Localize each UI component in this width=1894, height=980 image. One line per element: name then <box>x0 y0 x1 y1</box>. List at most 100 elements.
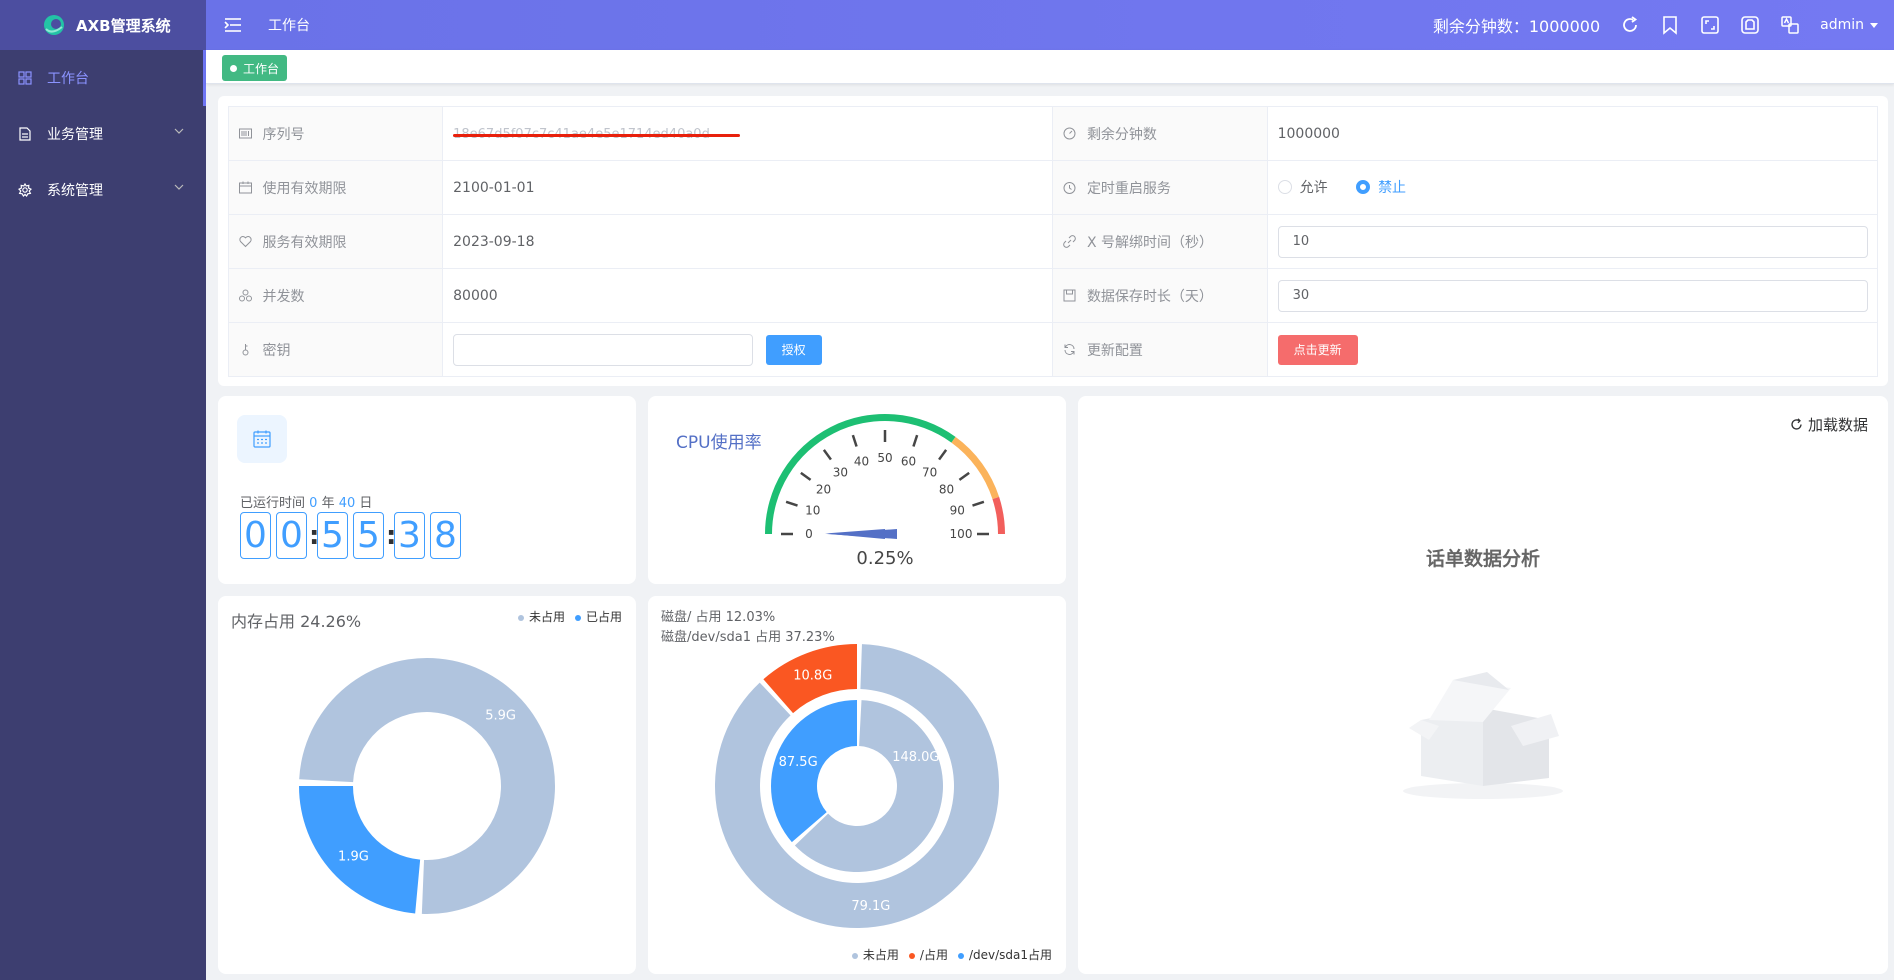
retention-label: 数据保存时长（天） <box>1086 288 1213 305</box>
legend-dot <box>957 953 964 959</box>
gauge-tick-label: 60 <box>901 455 916 469</box>
redaction-mark <box>453 133 740 137</box>
link-icon <box>1063 234 1077 248</box>
calendar-badge <box>237 415 287 463</box>
legend-label: 未占用 <box>862 948 899 962</box>
gauge-band-high <box>992 496 1005 534</box>
translate-icon[interactable] <box>1780 15 1800 35</box>
update-label: 更新配置 <box>1086 342 1143 359</box>
legend-label: /占用 <box>919 948 948 962</box>
restart-allow-radio[interactable]: 允许 <box>1277 177 1328 197</box>
gauge-tick-label: 20 <box>816 482 831 496</box>
gauge-tick-label: 40 <box>854 455 869 469</box>
username: admin <box>1820 17 1864 33</box>
serial-value-cell: 18e67d5f07c7c41ae4e5e1714ed40a0d <box>442 106 1054 161</box>
gauge-tick <box>785 500 798 507</box>
radio-label: 允许 <box>1299 180 1328 196</box>
uptime-day-unit: 日 <box>359 496 373 511</box>
serial-label: 序列号 <box>262 126 305 143</box>
legend-item-unused[interactable]: 未占用 <box>851 946 899 963</box>
memory-card: 内存占用 24.26% 未占用 已占用 1.9G 5.9G <box>218 596 636 974</box>
serial-label-cell: 序列号 <box>227 106 444 161</box>
runtime-card: 已运行时间 0 年 40 日 0 0 : 5 5 : 3 8 <box>218 396 636 584</box>
tag-label: 工作台 <box>243 61 280 76</box>
gauge-pointer-needle <box>827 529 897 539</box>
update-label-cell: 更新配置 <box>1052 322 1268 377</box>
unbind-label-cell: X 号解绑时间（秒） <box>1052 214 1268 269</box>
app-title: AXB管理系统 <box>76 16 171 35</box>
unbind-label: X 号解绑时间（秒） <box>1086 234 1213 251</box>
validity-value: 2100-01-01 <box>442 160 1054 215</box>
fullscreen-icon[interactable] <box>1700 15 1720 35</box>
concurrency-label-cell: 并发数 <box>227 268 444 323</box>
reload-label: 加载数据 <box>1807 416 1868 434</box>
concurrency-value: 80000 <box>442 268 1054 323</box>
calendar-icon <box>253 430 271 448</box>
key-label: 密钥 <box>262 342 291 359</box>
tag-dot <box>230 64 237 72</box>
chevron-down-icon <box>174 184 184 190</box>
gauge-tick-label: 0 <box>805 527 813 541</box>
gauge-tick-label: 80 <box>939 482 954 496</box>
gauge-tick-label: 50 <box>877 451 892 465</box>
dashboard-gauge-icon <box>1063 127 1076 139</box>
document-icon <box>19 127 31 141</box>
disk-legend: 未占用 /占用 /dev/sda1占用 <box>851 946 1052 963</box>
retention-label-cell: 数据保存时长（天） <box>1052 268 1268 323</box>
sidebar: AXB管理系统 工作台 业务管理 系统管理 <box>0 0 206 980</box>
clock-colon: : <box>386 520 397 551</box>
memory-used-label: 1.9G <box>338 850 369 865</box>
breadcrumb[interactable]: 工作台 <box>268 15 310 35</box>
legend-label: /dev/sda1占用 <box>968 948 1052 962</box>
cluster-icon <box>239 289 252 301</box>
clock-digit: 5 <box>353 512 384 559</box>
disk-sda1-unused-label: 148.0G <box>892 750 939 765</box>
key-input[interactable] <box>453 333 754 366</box>
sidebar-item-business[interactable]: 业务管理 <box>0 106 206 162</box>
legend-dot <box>851 953 858 959</box>
sidebar-item-dashboard[interactable]: 工作台 <box>0 50 206 106</box>
system-info-card: 序列号 18e67d5f07c7c41ae4e5e1714ed40a0d 剩余分… <box>218 96 1888 386</box>
cpu-gauge: 010203040 50 607080901000.25% <box>765 414 1005 569</box>
uptime-clock: 0 0 : 5 5 : 3 8 <box>240 512 466 559</box>
gauge-tick-label: 100 <box>950 527 973 541</box>
reload-data-button[interactable]: 加载数据 <box>1790 414 1868 435</box>
retention-input-cell: 30 <box>1266 268 1879 323</box>
authorize-button[interactable]: 授权 <box>765 334 822 365</box>
shirt-icon[interactable] <box>1740 15 1760 35</box>
unbind-input-cell: 10 <box>1266 214 1879 269</box>
restart-forbid-radio[interactable]: 禁止 <box>1356 177 1406 197</box>
disk-donut-chart: 10.8G 79.1G 87.5G 148.0G <box>715 644 999 928</box>
bookmark-icon[interactable] <box>1660 15 1680 35</box>
logo[interactable]: AXB管理系统 <box>0 0 206 50</box>
sidebar-item-label: 工作台 <box>47 71 89 87</box>
tag-dashboard[interactable]: 工作台 <box>222 55 288 81</box>
service-value: 2023-09-18 <box>442 214 1054 269</box>
remain-value: 1000000 <box>1266 106 1879 161</box>
gauge-tick-label: 10 <box>805 504 820 518</box>
serial-value: 18e67d5f07c7c41ae4e5e1714ed40a0d <box>453 127 740 142</box>
calendar-save-icon <box>1063 289 1076 301</box>
chevron-down-icon <box>174 128 184 134</box>
refresh-icon <box>1791 418 1802 430</box>
gauge-tick <box>800 471 812 481</box>
calendar-icon <box>239 181 252 193</box>
clock-colon: : <box>309 520 320 551</box>
legend-item-root[interactable]: /占用 <box>908 946 948 963</box>
legend-item-sda1[interactable]: /dev/sda1占用 <box>957 946 1052 963</box>
tags-bar: 工作台 <box>206 50 1894 84</box>
gauge-tick-label: 70 <box>922 466 937 480</box>
refresh-icon[interactable] <box>1620 15 1640 35</box>
update-config-button[interactable]: 点击更新 <box>1277 334 1358 365</box>
disk-card: 磁盘/ 占用 12.03% 磁盘/dev/sda1 占用 37.23% 10.8… <box>648 596 1066 974</box>
clock-digit: 8 <box>430 512 461 559</box>
concurrency-label: 并发数 <box>262 288 305 305</box>
radio-label: 禁止 <box>1378 180 1407 196</box>
menu-fold-icon[interactable] <box>224 17 242 33</box>
gauge-tick-label: 30 <box>833 466 848 480</box>
unbind-time-input[interactable]: 10 <box>1277 225 1868 258</box>
user-menu[interactable]: admin <box>1820 17 1878 33</box>
sidebar-item-system[interactable]: 系统管理 <box>0 162 206 218</box>
update-button-cell: 点击更新 <box>1266 322 1879 377</box>
retention-days-input[interactable]: 30 <box>1277 279 1868 312</box>
